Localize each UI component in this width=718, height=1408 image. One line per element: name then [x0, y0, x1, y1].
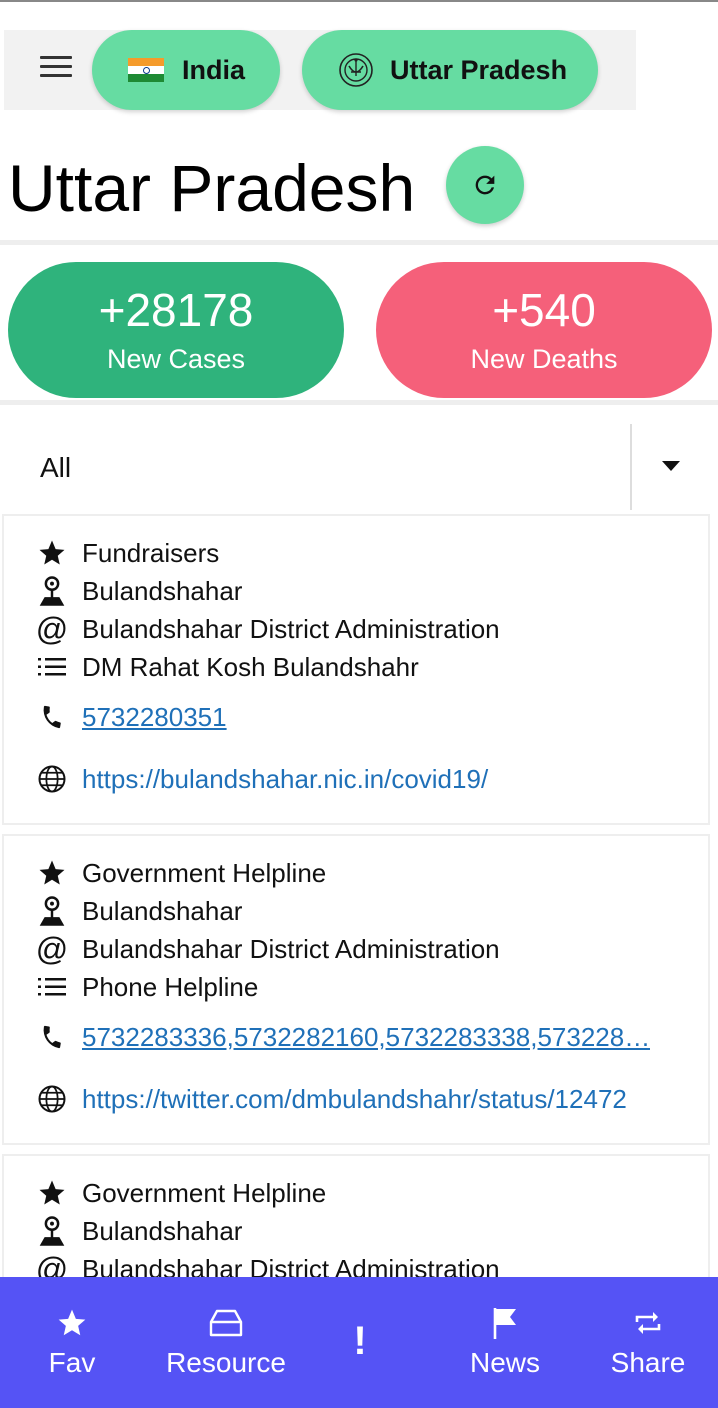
resource-category: Fundraisers: [82, 537, 220, 568]
new-deaths-label: New Deaths: [470, 344, 618, 374]
list-icon: [34, 970, 70, 1004]
resource-organisation: Bulandshahar District Administration: [82, 933, 500, 964]
repeat-icon: [600, 1303, 696, 1343]
resource-category: Government Helpline: [82, 857, 327, 888]
status-divider: [0, 0, 718, 2]
list-icon: [34, 650, 70, 684]
resource-phone-row: 5732280351: [34, 698, 227, 736]
exclamation-icon: !: [353, 1318, 367, 1363]
star-icon: [34, 856, 70, 890]
filter-separator: [630, 424, 632, 510]
dropdown-arrow-icon[interactable]: [662, 461, 680, 471]
country-label: India: [182, 54, 246, 85]
section-divider: [0, 240, 718, 245]
location-pin-icon: [34, 574, 70, 608]
resource-description: Phone Helpline: [82, 971, 259, 1002]
star-icon: [34, 536, 70, 570]
hamburger-icon[interactable]: [40, 56, 72, 84]
new-deaths-value: +540: [492, 284, 596, 336]
state-label: Uttar Pradesh: [390, 54, 568, 85]
new-cases-label: New Cases: [106, 344, 246, 374]
resource-phone-row: 5732283336,5732282160,5732283338,573228…: [34, 1018, 650, 1056]
state-selector[interactable]: Uttar Pradesh: [302, 30, 598, 110]
nav-alert[interactable]: !: [336, 1277, 384, 1408]
section-divider: [0, 400, 718, 405]
top-nav: India Uttar Pradesh: [4, 30, 636, 110]
star-icon: [28, 1303, 116, 1343]
bottom-nav: Fav Resource ! News Share: [0, 1277, 718, 1408]
resource-org-row: @ Bulandshahar District Administration: [34, 610, 500, 648]
nav-resource-label: Resource: [166, 1347, 286, 1378]
resource-desc-row: DM Rahat Kosh Bulandshahr: [34, 648, 419, 686]
filter-selected-value: All: [40, 452, 72, 483]
resource-city-row: Bulandshahar: [34, 572, 242, 610]
resource-city-row: Bulandshahar: [34, 892, 242, 930]
nav-news[interactable]: News: [458, 1277, 552, 1408]
resource-city: Bulandshahar: [82, 575, 243, 606]
globe-icon: [34, 762, 70, 796]
resource-desc-row: Phone Helpline: [34, 968, 258, 1006]
resource-description: DM Rahat Kosh Bulandshahr: [82, 651, 419, 682]
phone-icon: [34, 1020, 70, 1054]
resource-category-row: Government Helpline: [34, 1174, 326, 1212]
up-emblem-icon: [339, 53, 373, 87]
resource-url-row: https://bulandshahar.nic.in/covid19/: [34, 760, 488, 798]
resource-card: Government Helpline Bulandshahar @ Bulan…: [2, 1154, 710, 1294]
flag-icon: [458, 1303, 552, 1343]
resource-card: Government Helpline Bulandshahar @ Bulan…: [2, 834, 710, 1145]
resource-card: Fundraisers Bulandshahar @ Bulandshahar …: [2, 514, 710, 825]
refresh-icon: [475, 175, 495, 195]
resource-phone-link[interactable]: 5732283336,5732282160,5732283338,573228…: [82, 1022, 650, 1053]
resource-url-link[interactable]: https://bulandshahar.nic.in/covid19/: [82, 764, 488, 795]
new-cases-card: +28178 New Cases: [8, 262, 344, 398]
resource-url-link[interactable]: https://twitter.com/dmbulandshahr/status…: [82, 1084, 627, 1115]
nav-share-label: Share: [610, 1347, 686, 1378]
resource-city-row: Bulandshahar: [34, 1212, 242, 1250]
phone-icon: [34, 700, 70, 734]
nav-fav-label: Fav: [48, 1347, 96, 1378]
page-title: Uttar Pradesh: [8, 151, 416, 225]
new-cases-value: +28178: [98, 284, 254, 336]
globe-icon: [34, 1082, 70, 1116]
nav-news-label: News: [469, 1347, 540, 1378]
category-filter-dropdown[interactable]: All: [0, 424, 718, 512]
star-icon: [34, 1176, 70, 1210]
nav-share[interactable]: Share: [600, 1277, 696, 1408]
resource-url-row: https://twitter.com/dmbulandshahr/status…: [34, 1080, 627, 1118]
resource-category-row: Government Helpline: [34, 854, 326, 892]
at-icon: @: [35, 611, 69, 647]
resource-organisation: Bulandshahar District Administration: [82, 613, 500, 644]
nav-resource[interactable]: Resource: [156, 1277, 296, 1408]
nav-fav[interactable]: Fav: [28, 1277, 116, 1408]
resource-org-row: @ Bulandshahar District Administration: [34, 930, 500, 968]
resource-city: Bulandshahar: [82, 1215, 243, 1246]
resource-phone-link[interactable]: 5732280351: [82, 702, 227, 733]
inbox-icon: [156, 1303, 296, 1343]
resource-city: Bulandshahar: [82, 895, 243, 926]
resource-category: Government Helpline: [82, 1177, 327, 1208]
country-selector[interactable]: India: [92, 30, 280, 110]
refresh-button[interactable]: [446, 146, 524, 224]
new-deaths-card: +540 New Deaths: [376, 262, 712, 398]
location-pin-icon: [34, 894, 70, 928]
location-pin-icon: [34, 1214, 70, 1248]
at-icon: @: [35, 931, 69, 967]
india-flag-icon: [128, 58, 164, 82]
resource-category-row: Fundraisers: [34, 534, 219, 572]
